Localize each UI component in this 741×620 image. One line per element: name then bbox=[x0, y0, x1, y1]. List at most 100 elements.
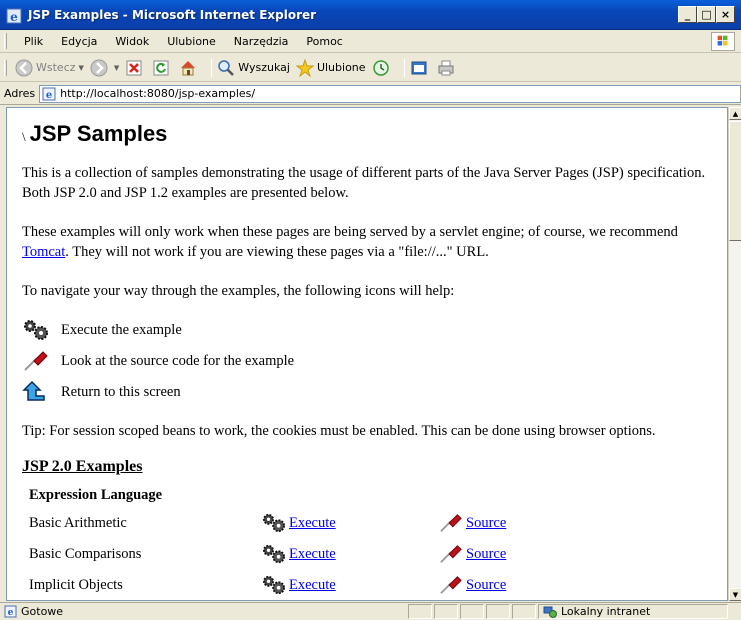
tip-paragraph: Tip: For session scoped beans to work, t… bbox=[22, 423, 656, 439]
status-pane bbox=[460, 604, 484, 619]
home-icon bbox=[181, 60, 196, 75]
toolbar-grip[interactable] bbox=[4, 59, 7, 76]
example-name: Basic Comparisons bbox=[29, 545, 142, 562]
source-link[interactable]: Source bbox=[466, 513, 506, 533]
vertical-scrollbar[interactable]: ▲ ▼ bbox=[728, 107, 741, 601]
close-button[interactable]: × bbox=[716, 6, 735, 23]
back-arrow-icon bbox=[15, 59, 33, 76]
source-link[interactable]: Source bbox=[466, 575, 506, 595]
gears-icon bbox=[263, 544, 286, 563]
refresh-icon bbox=[153, 60, 169, 75]
screwdriver-icon bbox=[440, 544, 462, 563]
return-arrow-icon bbox=[22, 380, 45, 401]
favorites-label: Ulubione bbox=[316, 61, 366, 74]
ie-app-icon: e bbox=[6, 8, 22, 24]
navigate-paragraph: To navigate your way through the example… bbox=[22, 283, 455, 299]
gears-icon bbox=[263, 575, 286, 594]
address-bar: Adres e ▼ bbox=[0, 83, 741, 105]
status-pane bbox=[512, 604, 536, 619]
history-icon bbox=[372, 59, 389, 76]
page-title: JSP Samples bbox=[29, 121, 168, 146]
legend-source-label: Look at the source code for the example bbox=[61, 353, 295, 369]
source-link[interactable]: Source bbox=[466, 544, 506, 564]
menu-item-pomoc[interactable]: Pomoc bbox=[297, 35, 351, 48]
legend-source: Look at the source code for the example bbox=[22, 346, 717, 376]
windows-logo-icon bbox=[711, 32, 735, 51]
examples-table: Expression Language Basic Arithmetic Exe… bbox=[22, 483, 506, 600]
window-title: JSP Examples - Microsoft Internet Explor… bbox=[28, 8, 317, 22]
toolbar-separator bbox=[211, 58, 213, 77]
forward-button[interactable]: ▼ bbox=[90, 59, 119, 77]
menu-item-plik[interactable]: Plik bbox=[15, 35, 52, 48]
address-label: Adres bbox=[4, 87, 36, 100]
back-dropdown-icon[interactable]: ▼ bbox=[79, 64, 84, 72]
stop-icon bbox=[126, 60, 142, 75]
svg-text:e: e bbox=[10, 10, 18, 24]
refresh-button[interactable] bbox=[152, 59, 173, 77]
table-row: Basic Arithmetic Execute Source bbox=[22, 507, 506, 538]
heading-prefix: \ bbox=[22, 129, 26, 144]
star-icon bbox=[295, 58, 314, 77]
maximize-button[interactable]: □ bbox=[697, 6, 716, 23]
status-pane bbox=[486, 604, 510, 619]
execute-link[interactable]: Execute bbox=[289, 513, 336, 533]
page-content: \ JSP Samples This is a collection of sam… bbox=[7, 108, 727, 600]
security-zone[interactable]: Lokalny intranet bbox=[538, 604, 728, 619]
status-main: e Gotowe bbox=[0, 605, 408, 618]
menu-bar: Plik Edycja Widok Ulubione Narzędzia Pom… bbox=[0, 30, 741, 53]
servlet-paragraph: These examples will only work when these… bbox=[22, 222, 717, 262]
status-pane bbox=[434, 604, 458, 619]
forward-dropdown-icon[interactable]: ▼ bbox=[114, 64, 119, 72]
menu-item-ulubione[interactable]: Ulubione bbox=[158, 35, 225, 48]
example-name: Implicit Objects bbox=[29, 576, 123, 593]
favorites-button[interactable]: Ulubione bbox=[295, 58, 366, 77]
scroll-down-button[interactable]: ▼ bbox=[729, 588, 741, 601]
servlet-text-end: . They will not work if you are viewing … bbox=[65, 244, 489, 260]
address-box[interactable]: e ▼ bbox=[39, 84, 741, 103]
legend-execute-label: Execute the example bbox=[61, 322, 182, 338]
status-text: Gotowe bbox=[21, 605, 64, 618]
gears-icon bbox=[263, 513, 286, 532]
forward-arrow-icon bbox=[90, 59, 108, 76]
menu-item-widok[interactable]: Widok bbox=[106, 35, 158, 48]
toolbar: Wstecz ▼ ▼ Wyszukaj Ulubione bbox=[0, 54, 741, 82]
category-label: Expression Language bbox=[29, 487, 163, 503]
home-button[interactable] bbox=[179, 59, 200, 77]
back-label: Wstecz bbox=[36, 61, 76, 74]
execute-link[interactable]: Execute bbox=[289, 544, 336, 564]
category-row: Expression Language bbox=[22, 483, 506, 507]
scroll-up-button[interactable]: ▲ bbox=[729, 107, 741, 120]
search-label: Wyszukaj bbox=[238, 61, 290, 74]
stop-button[interactable] bbox=[125, 59, 146, 77]
print-button[interactable] bbox=[437, 59, 458, 77]
status-bar: e Gotowe Lokalny intranet bbox=[0, 602, 741, 620]
legend-return: Return to this screen bbox=[22, 377, 717, 407]
table-row: Basic Comparisons Execute Source bbox=[22, 538, 506, 569]
example-name: Basic Arithmetic bbox=[29, 514, 127, 531]
back-button[interactable]: Wstecz ▼ bbox=[15, 59, 84, 77]
history-button[interactable] bbox=[372, 59, 393, 77]
search-button[interactable]: Wyszukaj bbox=[217, 59, 290, 77]
svg-text:e: e bbox=[8, 608, 14, 618]
table-row: Implicit Objects Execute Source bbox=[22, 569, 506, 600]
page-icon: e bbox=[42, 87, 56, 101]
intro-paragraph: This is a collection of samples demonstr… bbox=[22, 165, 706, 201]
page-heading: \ JSP Samples bbox=[22, 121, 717, 147]
menu-grip[interactable] bbox=[4, 33, 7, 49]
address-input[interactable] bbox=[60, 87, 701, 100]
menu-item-narzedzia[interactable]: Narzędzia bbox=[225, 35, 298, 48]
menu-item-edycja[interactable]: Edycja bbox=[52, 35, 106, 48]
screwdriver-icon bbox=[24, 351, 48, 371]
mail-button[interactable] bbox=[410, 59, 431, 77]
zone-label: Lokalny intranet bbox=[561, 605, 651, 618]
screwdriver-icon bbox=[440, 513, 462, 532]
execute-link[interactable]: Execute bbox=[289, 575, 336, 595]
page-done-icon: e bbox=[4, 605, 17, 618]
tomcat-link[interactable]: Tomcat bbox=[22, 244, 65, 260]
section-title: JSP 2.0 Examples bbox=[22, 458, 143, 475]
page-viewport: \ JSP Samples This is a collection of sam… bbox=[6, 107, 728, 601]
title-bar: e JSP Examples - Microsoft Internet Expl… bbox=[0, 0, 741, 30]
status-pane bbox=[408, 604, 432, 619]
minimize-button[interactable]: _ bbox=[678, 6, 697, 23]
scrollbar-thumb[interactable] bbox=[729, 121, 741, 241]
